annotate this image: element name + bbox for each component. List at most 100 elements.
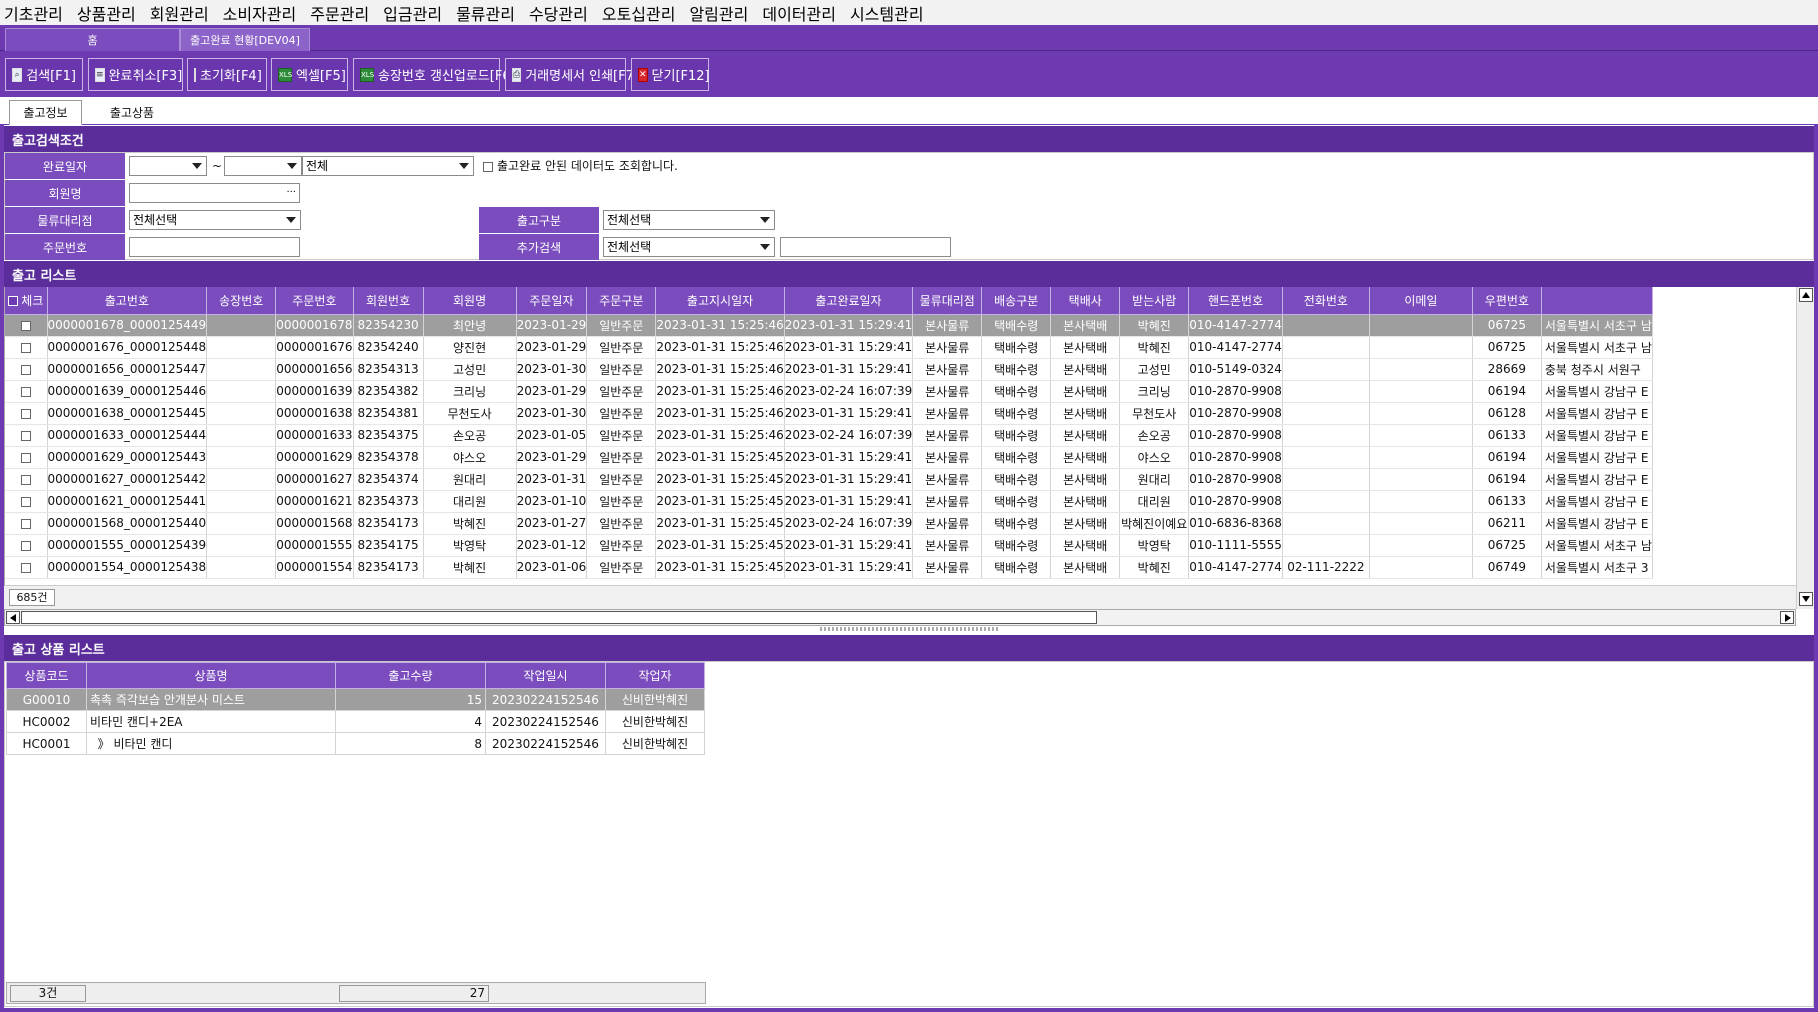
table-row[interactable]: 0000001656_0000125447 0000001656 82354313 고… bbox=[5, 358, 1653, 381]
column-header-product-name[interactable]: 상품명 bbox=[86, 662, 336, 689]
tab-shipping-info[interactable]: 출고정보 bbox=[9, 100, 82, 125]
table-row[interactable]: 0000001555_0000125439 0000001555 82354175 박… bbox=[5, 534, 1653, 557]
shipping-list-horizontal-scrollbar[interactable] bbox=[4, 609, 1796, 626]
member-lookup-button[interactable]: ··· bbox=[286, 184, 296, 202]
tab-shipping-goods[interactable]: 출고상품 bbox=[92, 100, 172, 125]
row-check-cell[interactable] bbox=[5, 490, 48, 513]
column-header-ship-no[interactable]: 출고번호 bbox=[47, 287, 208, 315]
column-header-delivery-type[interactable]: 배송구분 bbox=[981, 287, 1052, 315]
column-header-courier[interactable]: 택배사 bbox=[1050, 287, 1121, 315]
row-checkbox[interactable] bbox=[20, 430, 31, 441]
print-statement-button[interactable]: ⎙ 거래명세서 인쇄[F7] bbox=[505, 58, 639, 91]
shipping-type-select[interactable]: 전체선택 bbox=[603, 210, 775, 230]
menu-allowance[interactable]: 수당관리 bbox=[529, 1, 588, 25]
extra-search-select[interactable]: 전체선택 bbox=[603, 237, 775, 257]
scroll-up-arrow-icon[interactable] bbox=[1799, 288, 1813, 302]
column-header-email[interactable]: 이메일 bbox=[1369, 287, 1473, 315]
menu-logistics[interactable]: 물류관리 bbox=[456, 1, 515, 25]
table-row[interactable]: HC0001 》 비타민 캔디 8 20230224152546 신비한박혜진 bbox=[6, 732, 705, 755]
menu-basic[interactable]: 기초관리 bbox=[4, 1, 63, 25]
table-row[interactable]: 0000001676_0000125448 0000001676 82354240 양… bbox=[5, 336, 1653, 359]
table-row[interactable]: 0000001678_0000125449 0000001678 82354230 최… bbox=[5, 314, 1653, 337]
row-check-cell[interactable] bbox=[5, 556, 48, 579]
table-row[interactable]: 0000001621_0000125441 0000001621 82354373 대… bbox=[5, 490, 1653, 513]
order-number-input[interactable] bbox=[129, 237, 300, 257]
table-row[interactable]: 0000001639_0000125446 0000001639 82354382 크… bbox=[5, 380, 1653, 403]
search-button[interactable]: ⌕ 검색[F1] bbox=[5, 58, 83, 91]
tab-home[interactable]: 홈 bbox=[5, 28, 180, 51]
column-header-order-type[interactable]: 주문구분 bbox=[586, 287, 657, 315]
column-header-product-code[interactable]: 상품코드 bbox=[6, 662, 87, 689]
row-check-cell[interactable] bbox=[5, 402, 48, 425]
complete-date-from-select[interactable] bbox=[129, 156, 207, 176]
row-checkbox[interactable] bbox=[20, 452, 31, 463]
row-check-cell[interactable] bbox=[5, 358, 48, 381]
incomplete-data-option[interactable]: 출고완료 안된 데이터도 조회합니다. bbox=[483, 156, 678, 176]
excel-button[interactable]: XLS 엑셀[F5] bbox=[271, 58, 348, 91]
table-row[interactable]: HC0002 비타민 캔디+2EA 4 20230224152546 신비한박혜진 bbox=[6, 710, 705, 733]
row-checkbox[interactable] bbox=[20, 518, 31, 529]
column-header-phone[interactable]: 전화번호 bbox=[1282, 287, 1370, 315]
panel-splitter-handle[interactable] bbox=[820, 627, 1000, 631]
table-row[interactable]: G00010 촉촉 즉각보습 안개분사 미스트 15 20230224152546 신비… bbox=[6, 688, 705, 711]
column-header-worker[interactable]: 작업자 bbox=[605, 662, 705, 689]
row-checkbox[interactable] bbox=[20, 408, 31, 419]
select-all-checkbox[interactable] bbox=[8, 296, 19, 307]
menu-system[interactable]: 시스템관리 bbox=[850, 1, 924, 25]
column-header-order-no[interactable]: 주문번호 bbox=[275, 287, 354, 315]
column-header-member-no[interactable]: 회원번호 bbox=[353, 287, 424, 315]
row-checkbox[interactable] bbox=[20, 474, 31, 485]
logistics-agent-select[interactable]: 전체선택 bbox=[129, 210, 301, 230]
menu-order[interactable]: 주문관리 bbox=[310, 1, 369, 25]
column-header-ship-done-date[interactable]: 출고완료일자 bbox=[784, 287, 914, 315]
column-header-work-date[interactable]: 작업일시 bbox=[485, 662, 606, 689]
table-row[interactable]: 0000001554_0000125438 0000001554 82354173 박… bbox=[5, 556, 1653, 579]
column-header-invoice[interactable]: 송장번호 bbox=[206, 287, 277, 315]
column-header-mobile[interactable]: 핸드폰번호 bbox=[1188, 287, 1283, 315]
shipping-list-vertical-scrollbar[interactable] bbox=[1796, 287, 1814, 609]
complete-date-to-select[interactable] bbox=[224, 156, 302, 176]
table-row[interactable]: 0000001638_0000125445 0000001638 82354381 무… bbox=[5, 402, 1653, 425]
column-header-agent[interactable]: 물류대리점 bbox=[912, 287, 983, 315]
column-header-zip[interactable]: 우편번호 bbox=[1472, 287, 1542, 315]
table-row[interactable]: 0000001629_0000125443 0000001629 82354378 야… bbox=[5, 446, 1653, 469]
row-checkbox[interactable] bbox=[20, 562, 31, 573]
table-row[interactable]: 0000001627_0000125442 0000001627 82354374 원… bbox=[5, 468, 1653, 491]
menu-member[interactable]: 회원관리 bbox=[150, 1, 209, 25]
table-row[interactable]: 0000001568_0000125440 0000001568 82354173 박… bbox=[5, 512, 1653, 535]
column-header-ship-qty[interactable]: 출고수량 bbox=[335, 662, 486, 689]
date-type-select[interactable]: 전체 bbox=[302, 156, 474, 176]
row-checkbox[interactable] bbox=[20, 386, 31, 397]
scroll-right-arrow-icon[interactable] bbox=[1780, 611, 1794, 624]
row-check-cell[interactable] bbox=[5, 512, 48, 535]
menu-notification[interactable]: 알림관리 bbox=[689, 1, 748, 25]
scroll-left-arrow-icon[interactable] bbox=[6, 611, 20, 624]
table-row[interactable]: 0000001633_0000125444 0000001633 82354375 손… bbox=[5, 424, 1653, 447]
row-checkbox[interactable] bbox=[20, 342, 31, 353]
row-checkbox[interactable] bbox=[20, 364, 31, 375]
row-check-cell[interactable] bbox=[5, 446, 48, 469]
column-header-order-date[interactable]: 주문일자 bbox=[516, 287, 588, 315]
tab-shipping-complete-status[interactable]: 출고완료 현황[DEV04] bbox=[180, 28, 310, 51]
reset-button[interactable]: 초기화[F4] bbox=[187, 58, 267, 91]
column-header-check[interactable]: 체크 bbox=[5, 287, 48, 315]
menu-data[interactable]: 데이터관리 bbox=[762, 1, 836, 25]
row-checkbox[interactable] bbox=[20, 320, 31, 331]
row-checkbox[interactable] bbox=[20, 496, 31, 507]
menu-product[interactable]: 상품관리 bbox=[77, 1, 136, 25]
horizontal-scroll-thumb[interactable] bbox=[21, 611, 1097, 624]
column-header-receiver[interactable]: 받는사람 bbox=[1119, 287, 1190, 315]
row-checkbox[interactable] bbox=[20, 540, 31, 551]
column-header-member-name[interactable]: 회원명 bbox=[423, 287, 517, 315]
row-check-cell[interactable] bbox=[5, 534, 48, 557]
column-header-address[interactable] bbox=[1541, 287, 1653, 315]
extra-search-input[interactable] bbox=[780, 237, 951, 257]
scroll-down-arrow-icon[interactable] bbox=[1799, 592, 1813, 606]
menu-deposit[interactable]: 입금관리 bbox=[383, 1, 442, 25]
row-check-cell[interactable] bbox=[5, 424, 48, 447]
row-check-cell[interactable] bbox=[5, 314, 48, 337]
column-header-ship-order-date[interactable]: 출고지시일자 bbox=[655, 287, 785, 315]
menu-autoship[interactable]: 오토십관리 bbox=[602, 1, 676, 25]
row-check-cell[interactable] bbox=[5, 468, 48, 491]
row-check-cell[interactable] bbox=[5, 336, 48, 359]
